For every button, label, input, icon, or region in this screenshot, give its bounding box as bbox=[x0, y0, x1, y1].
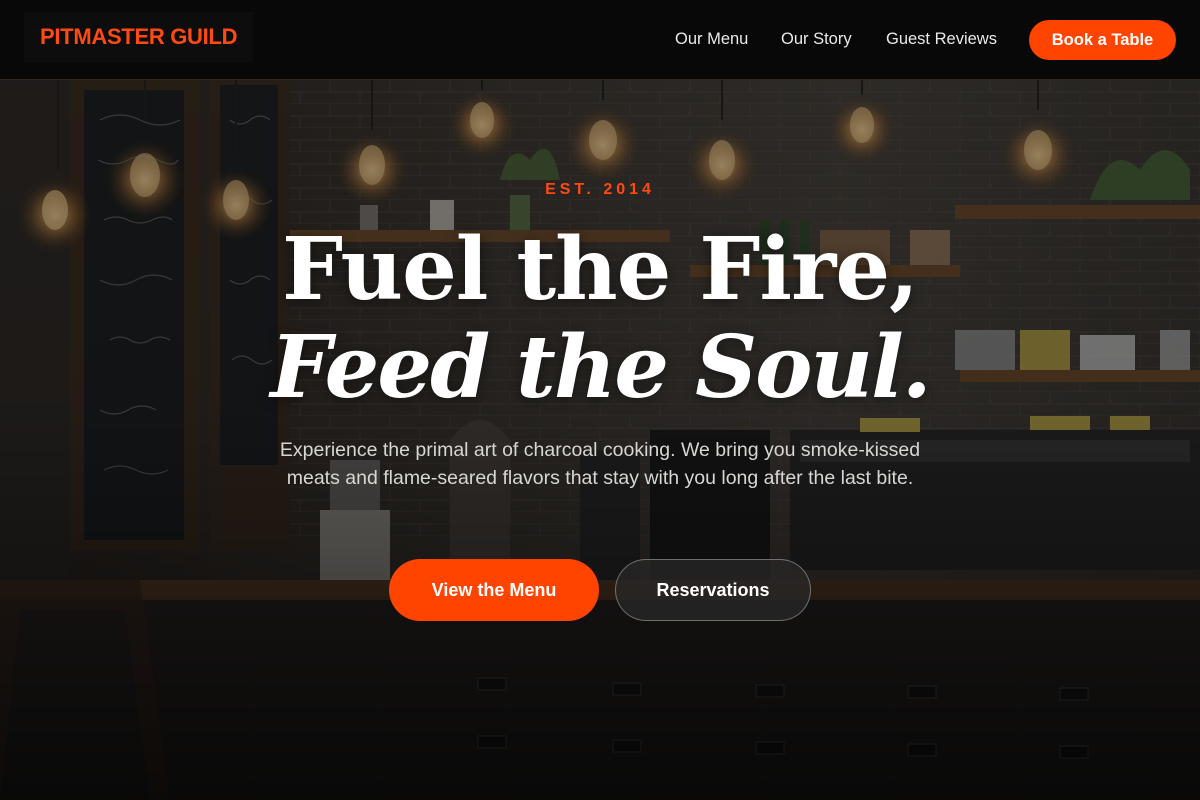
established-eyebrow: EST. 2014 bbox=[545, 181, 655, 198]
nav-link-our-menu[interactable]: Our Menu bbox=[675, 30, 748, 49]
book-table-button[interactable]: Book a Table bbox=[1029, 20, 1176, 60]
hero-headline-line-2: Feed the Soul. bbox=[270, 317, 931, 418]
nav-link-our-story[interactable]: Our Story bbox=[781, 30, 852, 49]
nav-link-guest-reviews[interactable]: Guest Reviews bbox=[886, 30, 997, 49]
hero-headline-line-1: Fuel the Fire, bbox=[282, 219, 919, 320]
top-navbar: PITMASTER GUILD Our Menu Our Story Guest… bbox=[0, 0, 1200, 80]
brand-logo[interactable]: PITMASTER GUILD bbox=[24, 12, 254, 62]
hero-subtext: Experience the primal art of charcoal co… bbox=[279, 439, 921, 489]
view-menu-button[interactable]: View the Menu bbox=[389, 559, 599, 621]
reservations-button[interactable]: Reservations bbox=[615, 559, 811, 621]
